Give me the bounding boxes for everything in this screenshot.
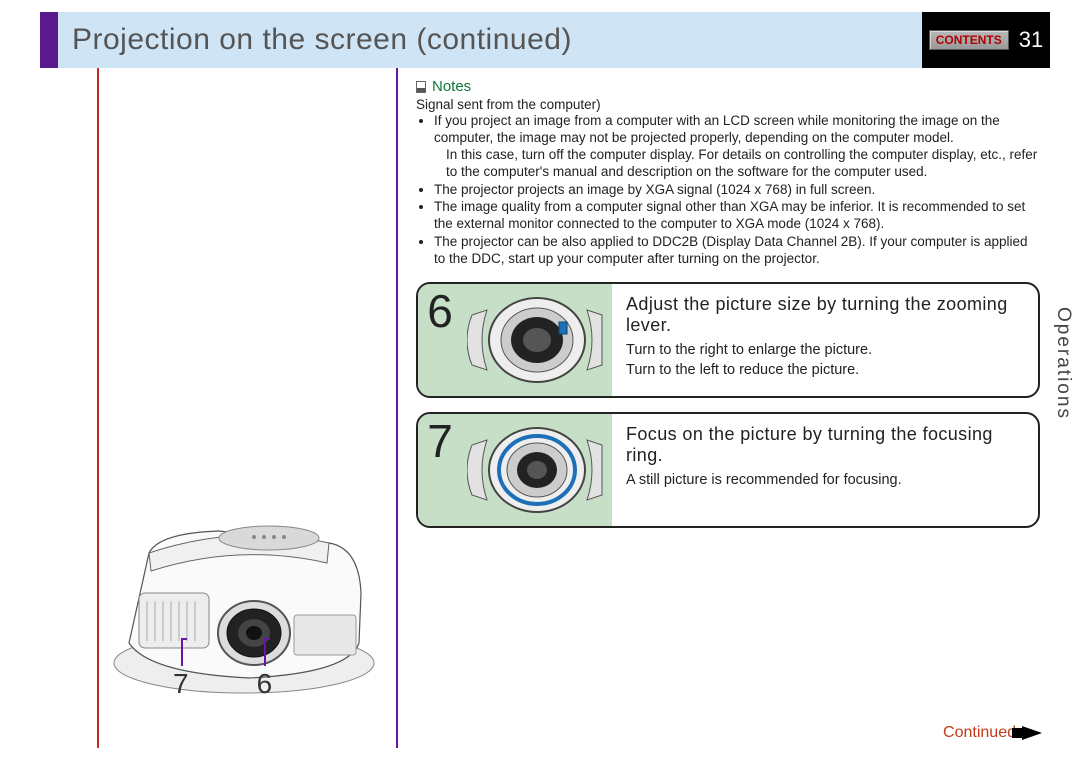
- notes-item-indent: In this case, turn off the computer disp…: [446, 147, 1040, 181]
- step-text: Focus on the picture by turning the focu…: [612, 414, 1038, 526]
- title-background: Projection on the screen (continued): [58, 12, 922, 68]
- contents-button[interactable]: CONTENTS: [929, 30, 1009, 50]
- zoom-lever-illustration: [462, 284, 612, 396]
- step-number-wrap: 7: [418, 414, 462, 526]
- notes-item: The image quality from a computer signal…: [434, 199, 1040, 233]
- continued-label: Continued: [943, 724, 1016, 742]
- body: 7 6 Notes Signal sent from the computer)…: [40, 68, 1050, 748]
- focus-ring-illustration: [462, 414, 612, 526]
- step-7-card: 7 Focus on the picture by turning the fo…: [416, 412, 1040, 528]
- section-label: Operations: [1052, 307, 1074, 420]
- notes-item: The projector can be also applied to DDC…: [434, 234, 1040, 268]
- continued-footer: Continued: [943, 724, 1042, 742]
- step-desc: A still picture is recommended for focus…: [626, 471, 1024, 491]
- header-accent: [40, 12, 58, 68]
- page-title: Projection on the screen (continued): [72, 23, 572, 57]
- step-title: Focus on the picture by turning the focu…: [626, 424, 1024, 467]
- projector-figure: 7 6: [99, 493, 389, 718]
- notes-list: If you project an image from a computer …: [416, 113, 1040, 268]
- lens-focus-icon: [467, 420, 607, 520]
- step-number: 7: [427, 418, 453, 464]
- left-column: 7 6: [98, 68, 398, 748]
- step-desc: Turn to the right to enlarge the picture…: [626, 341, 1024, 380]
- notes-header: Notes: [416, 78, 1040, 95]
- step-number: 6: [427, 288, 453, 334]
- memo-icon: [416, 81, 426, 93]
- notes-subheading: Signal sent from the computer): [416, 97, 1040, 112]
- header-right-block: CONTENTS 31: [922, 12, 1050, 68]
- notes-heading: Notes: [432, 78, 471, 95]
- step-text: Adjust the picture size by turning the z…: [612, 284, 1038, 396]
- step-title: Adjust the picture size by turning the z…: [626, 294, 1024, 337]
- figure-callouts: 7 6: [173, 668, 272, 700]
- header-bar: Projection on the screen (continued) CON…: [40, 12, 1050, 68]
- left-margin: [40, 68, 98, 748]
- notes-item: If you project an image from a computer …: [434, 113, 1040, 147]
- step-number-wrap: 6: [418, 284, 462, 396]
- section-side-tab: Operations: [1050, 288, 1076, 438]
- callout-6: 6: [257, 668, 273, 700]
- arrow-right-icon: [1022, 726, 1042, 740]
- lens-zoom-icon: [467, 290, 607, 390]
- page: Projection on the screen (continued) CON…: [40, 12, 1050, 752]
- callout-7: 7: [173, 668, 189, 700]
- step-6-card: 6 Adjust the picture size by turning the: [416, 282, 1040, 398]
- notes-item: The projector projects an image by XGA s…: [434, 182, 1040, 199]
- page-number: 31: [1019, 27, 1043, 53]
- main-column: Notes Signal sent from the computer) If …: [398, 68, 1050, 748]
